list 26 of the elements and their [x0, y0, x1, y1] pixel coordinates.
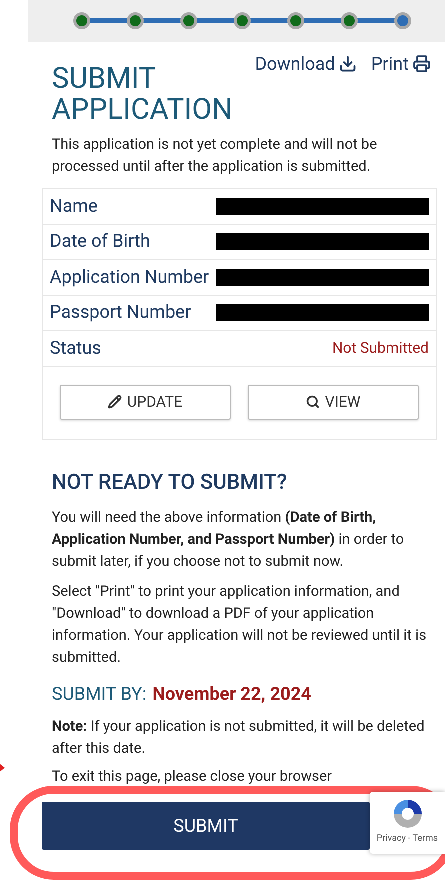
submit-by-label: SUBMIT BY: [52, 683, 147, 707]
print-link[interactable]: Print [371, 52, 431, 76]
intro-text: This application is not yet complete and will not be processed until after the application is submitted. [52, 135, 378, 177]
section-heading: NOT READY TO SUBMIT? [52, 470, 288, 496]
pencil-icon [108, 395, 122, 409]
printer-icon [413, 55, 431, 73]
detail-label: Passport Number [50, 301, 192, 326]
recaptcha-links[interactable]: Privacy - Terms [376, 833, 438, 846]
submit-button[interactable]: SUBMIT [42, 802, 370, 850]
detail-label: Application Number [50, 266, 210, 290]
deadline-date: November 22, 2024 [152, 683, 312, 707]
note-text: Note: If your application is not submitted, it will be deleted after this date. [52, 717, 426, 759]
detail-label: Name [50, 194, 98, 219]
arrowhead-icon [0, 764, 5, 772]
download-link[interactable]: Download [255, 52, 358, 76]
update-button[interactable]: UPDATE [60, 384, 231, 420]
exit-text: To exit this page, please close your browser [52, 767, 334, 787]
info-paragraph: You will need the above information (Date of Birth, Application Number, and Passport Number) in order to submit later, if you choose not to submit now. [52, 508, 406, 572]
status-value: Not Submitted [332, 338, 429, 359]
detail-label: Status [50, 336, 102, 361]
page-title: SUBMIT APPLICATION [52, 64, 234, 126]
view-button[interactable]: VIEW [248, 384, 419, 420]
info-paragraph: Select "Print" to print your application information, and "Download" to download a PDF of your application information. Your application will not be reviewed until it is submitted. [52, 582, 428, 668]
detail-label: Date of Birth [50, 230, 150, 254]
download-icon [339, 55, 358, 73]
search-icon [306, 395, 320, 409]
